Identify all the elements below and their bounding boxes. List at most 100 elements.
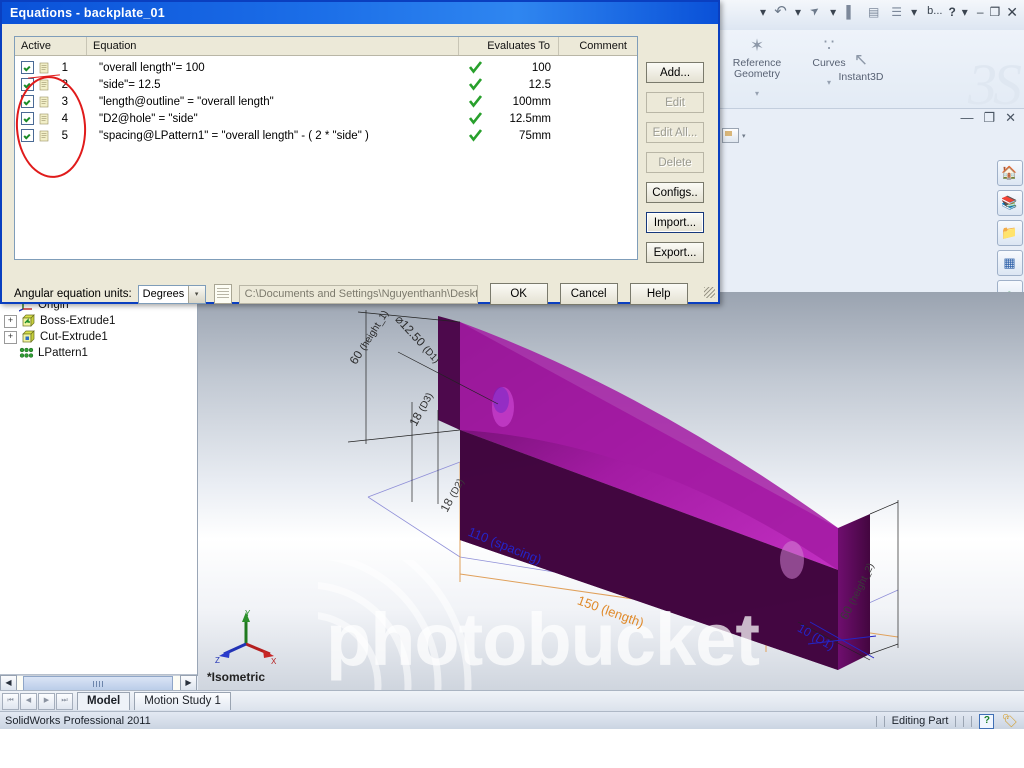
options-icon[interactable]: ▤ xyxy=(865,3,882,20)
view-tab-bar: ⏮ ◀ ▶ ⏭ Model Motion Study 1 xyxy=(0,690,1024,711)
column-header-active[interactable]: Active xyxy=(15,37,87,55)
active-checkbox[interactable] xyxy=(21,129,34,142)
column-header-equation[interactable]: Equation xyxy=(87,37,459,55)
active-checkbox[interactable] xyxy=(21,112,34,125)
angular-units-value: Degrees xyxy=(142,288,185,300)
tab-nav-prev-button[interactable]: ◀ xyxy=(20,692,37,710)
tab-nav-next-button[interactable]: ▶ xyxy=(38,692,55,710)
status-editing-label: Editing Part xyxy=(891,715,949,727)
tree-item-cut-extrude1[interactable]: + Cut-Extrude1 xyxy=(0,329,197,345)
row-evaluates-value: 100mm xyxy=(512,95,551,108)
tree-item-label: LPattern1 xyxy=(38,347,88,359)
rebuild-icon[interactable]: ▌ xyxy=(842,3,859,20)
status-help-icon[interactable]: ? xyxy=(979,713,995,729)
tree-item-lpattern1[interactable]: LPattern1 xyxy=(0,345,197,361)
customize-icon[interactable]: ☰ xyxy=(888,3,905,20)
display-style-carat-icon[interactable]: ▾ xyxy=(742,132,746,140)
document-close-button[interactable]: ✕ xyxy=(1005,110,1016,126)
active-checkbox[interactable] xyxy=(21,95,34,108)
graphics-viewport[interactable]: photobucket Protect your memories for le… xyxy=(198,292,1024,690)
scroll-right-button[interactable]: ▶ xyxy=(180,675,197,691)
table-row[interactable]: 1 "overall length"= 100 100 xyxy=(15,59,637,76)
reference-geometry-carat-icon[interactable]: ▾ xyxy=(726,88,788,99)
reference-geometry-command[interactable]: ✶ Reference Geometry ▾ xyxy=(726,34,788,99)
status-tag-icon[interactable]: 🏷 xyxy=(1001,713,1018,729)
sw-resources-icon[interactable]: 🏠 xyxy=(996,160,1023,186)
equation-icon xyxy=(39,130,49,141)
row-equation-cell[interactable]: "side"= 12.5 xyxy=(87,79,459,91)
export-button[interactable]: Export... xyxy=(646,242,704,263)
dialog-title-bar[interactable]: Equations - backplate_01 xyxy=(2,2,718,24)
3d-model-render xyxy=(347,310,899,670)
active-checkbox[interactable] xyxy=(21,61,34,74)
tree-expand-toggle[interactable]: + xyxy=(4,314,17,328)
ribbon-group-instant3d: ↖ Instant3D xyxy=(814,48,900,83)
status-divider xyxy=(883,715,885,727)
select-cursor-icon[interactable]: ➤ xyxy=(804,0,828,23)
view-palette-icon[interactable]: ▦ xyxy=(996,250,1023,276)
equations-grid[interactable]: Active Equation Evaluates To Comment 1 "… xyxy=(14,36,638,260)
document-restore-button[interactable]: ❐ xyxy=(983,110,995,126)
active-checkbox[interactable] xyxy=(21,78,34,91)
equation-file-path-field[interactable]: C:\Documents and Settings\Nguyenthanh\De… xyxy=(238,284,478,304)
equation-icon xyxy=(39,96,49,107)
undo-icon[interactable]: ↶ xyxy=(772,3,789,20)
tab-motion-study-1[interactable]: Motion Study 1 xyxy=(134,692,231,710)
view-orientation-control[interactable]: ▾ xyxy=(722,128,746,143)
angular-units-select[interactable]: Degrees ▾ xyxy=(137,284,206,304)
import-button[interactable]: Import... xyxy=(646,212,704,233)
add-button[interactable]: Add... xyxy=(646,62,704,83)
document-minimize-button[interactable]: — xyxy=(960,110,973,126)
select-dropdown-icon[interactable]: ▾ xyxy=(830,6,836,18)
notepad-icon[interactable] xyxy=(213,284,232,304)
row-active-cell: 2 xyxy=(15,78,87,91)
row-equation-cell[interactable]: "D2@hole" = "side" xyxy=(87,113,459,125)
equation-icon xyxy=(39,62,49,73)
table-row[interactable]: 3 "length@outline" = "overall length" 10… xyxy=(15,93,637,110)
design-library-icon[interactable]: 📚 xyxy=(996,190,1023,216)
row-equation-cell[interactable]: "spacing@LPattern1" = "overall length" -… xyxy=(87,130,459,142)
row-equation-cell[interactable]: "overall length"= 100 xyxy=(87,62,459,74)
dialog-title-text: Equations - backplate_01 xyxy=(10,6,165,20)
table-row[interactable]: 2 "side"= 12.5 12.5 xyxy=(15,76,637,93)
dassault-brand-logo: 3S xyxy=(968,52,1022,117)
scroll-left-button[interactable]: ◀ xyxy=(0,675,17,691)
chevron-down-icon[interactable]: ▾ xyxy=(760,6,766,18)
feature-tree-hscrollbar[interactable]: ◀ ▶ xyxy=(0,674,197,692)
close-button[interactable]: ✕ xyxy=(1006,5,1018,19)
tab-nav-last-button[interactable]: ⏭ xyxy=(56,692,73,710)
table-row[interactable]: 4 "D2@hole" = "side" 12.5mm xyxy=(15,110,637,127)
customize-dropdown-icon[interactable]: ▾ xyxy=(911,6,917,18)
chevron-down-icon[interactable]: ▾ xyxy=(187,285,205,303)
search-input[interactable]: b... xyxy=(927,6,942,17)
cut-extrude-icon xyxy=(22,330,35,343)
tab-model[interactable]: Model xyxy=(77,692,131,710)
minimize-button[interactable]: – xyxy=(977,6,984,18)
configs-button[interactable]: Configs.. xyxy=(646,182,704,203)
help-button[interactable]: ? xyxy=(948,6,955,18)
scrollbar-track[interactable] xyxy=(17,675,180,692)
row-evaluates-value: 12.5 xyxy=(528,78,551,91)
help-button[interactable]: Help xyxy=(629,283,688,305)
help-dropdown-icon[interactable]: ▾ xyxy=(962,6,968,18)
row-equation-cell[interactable]: "length@outline" = "overall length" xyxy=(87,96,459,108)
ok-button[interactable]: OK xyxy=(489,283,548,305)
restore-button[interactable]: ❐ xyxy=(990,6,1001,18)
tree-item-boss-extrude1[interactable]: + Boss-Extrude1 xyxy=(0,313,197,329)
feature-manager-tree[interactable]: Origin + Boss-Extrude1 + Cut-Extrude1 LP… xyxy=(0,292,198,676)
undo-dropdown-icon[interactable]: ▾ xyxy=(795,6,801,18)
column-header-comment[interactable]: Comment xyxy=(559,37,635,55)
file-explorer-icon[interactable]: 📁 xyxy=(996,220,1023,246)
resize-grip[interactable] xyxy=(704,287,715,298)
tree-expand-toggle[interactable]: + xyxy=(4,330,17,344)
valid-check-icon xyxy=(469,78,482,91)
reference-geometry-label: Reference Geometry xyxy=(732,57,782,80)
tab-nav-first-button[interactable]: ⏮ xyxy=(2,692,19,710)
cancel-button[interactable]: Cancel xyxy=(559,283,618,305)
column-header-evaluates-to[interactable]: Evaluates To xyxy=(459,37,559,55)
tree-expand-placeholder xyxy=(4,348,15,359)
instant3d-command[interactable]: ↖ Instant3D xyxy=(822,48,900,83)
table-row[interactable]: 5 "spacing@LPattern1" = "overall length"… xyxy=(15,127,637,144)
row-evaluates-cell: 100 xyxy=(459,61,559,74)
quick-access-toolbar: ▾ ↶ ▾ ➤ ▾ ▌ ▤ ☰ ▾ b... ? ▾ – ❐ ✕ xyxy=(760,3,1018,20)
